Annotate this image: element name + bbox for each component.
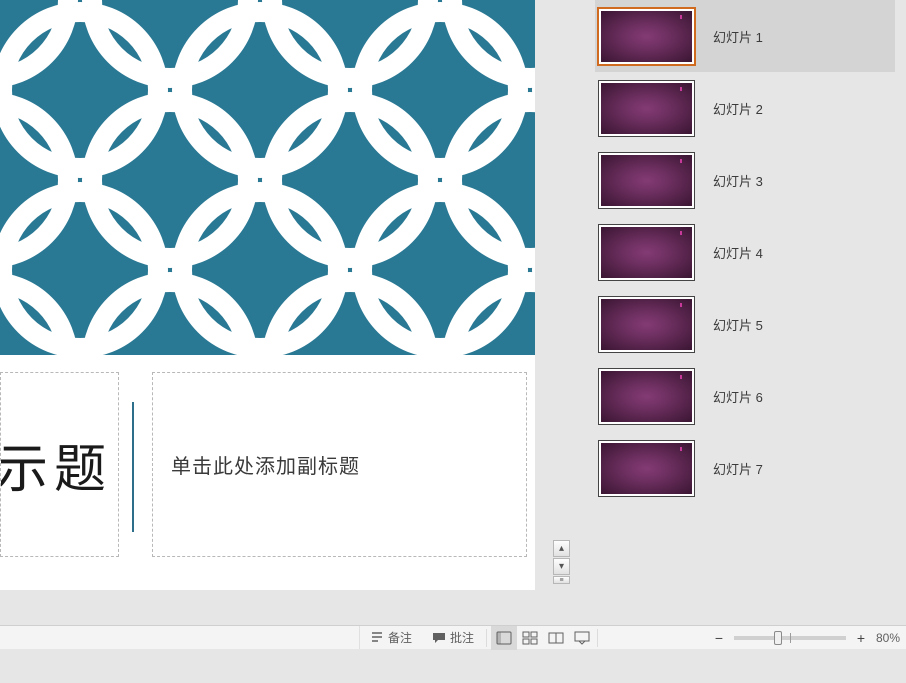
notes-button[interactable]: 备注: [360, 626, 422, 649]
statusbar-divider: [486, 629, 487, 647]
view-toggle-group: [491, 626, 595, 650]
normal-view-icon: [496, 631, 512, 645]
thumbnail-item[interactable]: 幻灯片 7: [595, 432, 895, 504]
thumbnail-frame: [598, 296, 695, 353]
statusbar-left-spacer: [0, 626, 360, 649]
thumbnail-label: 幻灯片 6: [713, 387, 763, 406]
comments-label: 批注: [450, 629, 474, 646]
thumbnail-frame: [598, 152, 695, 209]
reuse-slides-panel: 幻灯片 1幻灯片 2幻灯片 3幻灯片 4幻灯片 5幻灯片 6幻灯片 7 保留源格…: [583, 0, 906, 625]
statusbar-divider-2: [597, 629, 598, 647]
zoom-slider-thumb[interactable]: [774, 631, 782, 645]
thumbnail-frame: [598, 440, 695, 497]
thumbnail-frame: [598, 224, 695, 281]
thumbnail-label: 幻灯片 2: [713, 99, 763, 118]
thumbnail-preview: [601, 227, 692, 278]
scroll-next-button[interactable]: ▾: [553, 558, 570, 575]
status-bar: 备注 批注 − + 80%: [0, 625, 906, 649]
editor-canvas: 示题 单击此处添加副标题 ▴ ▾ ≡: [0, 0, 583, 625]
thumbnail-preview: [601, 371, 692, 422]
scroll-split-button[interactable]: ≡: [553, 576, 570, 584]
notes-icon: [370, 631, 384, 645]
title-region: 示题 单击此处添加副标题: [0, 372, 535, 560]
thumbnail-item[interactable]: 幻灯片 2: [595, 72, 895, 144]
zoom-slider-center-tick: [790, 633, 791, 643]
thumbnail-preview: [601, 11, 692, 62]
thumbnail-label: 幻灯片 7: [713, 459, 763, 478]
zoom-slider[interactable]: [734, 636, 846, 640]
thumbnail-preview: [601, 83, 692, 134]
thumbnail-label: 幻灯片 5: [713, 315, 763, 334]
subtitle-text: 单击此处添加副标题: [171, 450, 360, 479]
thumbnail-item[interactable]: 幻灯片 5: [595, 288, 895, 360]
reading-icon: [548, 631, 564, 645]
thumbnail-label: 幻灯片 4: [713, 243, 763, 262]
thumbnail-frame: [598, 368, 695, 425]
zoom-in-button[interactable]: +: [852, 629, 870, 647]
subtitle-placeholder[interactable]: 单击此处添加副标题: [152, 372, 527, 557]
title-text: 示题: [0, 427, 112, 502]
thumbnail-item[interactable]: 幻灯片 3: [595, 144, 895, 216]
slide-pattern-bg: [0, 0, 535, 355]
slide-main[interactable]: 示题 单击此处添加副标题: [0, 0, 535, 590]
grid-icon: [522, 631, 538, 645]
slide-sorter-view-button[interactable]: [517, 626, 543, 650]
thumbnail-label: 幻灯片 3: [713, 171, 763, 190]
zoom-percent-label: 80%: [876, 631, 900, 645]
thumbnail-item[interactable]: 幻灯片 4: [595, 216, 895, 288]
thumbnail-list: 幻灯片 1 幻灯片 2 幻灯片 3 幻灯片 4 幻灯片 5 幻灯片 6 幻灯片 7: [595, 0, 895, 504]
thumbnail-preview: [601, 299, 692, 350]
thumbnail-preview: [601, 443, 692, 494]
thumbnail-frame: [598, 8, 695, 65]
comments-icon: [432, 631, 446, 645]
thumbnail-preview: [601, 155, 692, 206]
notes-label: 备注: [388, 629, 412, 646]
title-placeholder[interactable]: 示题: [0, 372, 119, 557]
thumbnail-item[interactable]: 幻灯片 6: [595, 360, 895, 432]
thumbnail-frame: [598, 80, 695, 137]
scroll-prev-button[interactable]: ▴: [553, 540, 570, 557]
normal-view-button[interactable]: [491, 626, 517, 650]
zoom-out-button[interactable]: −: [710, 629, 728, 647]
slideshow-view-button[interactable]: [569, 626, 595, 650]
slideshow-icon: [574, 631, 590, 645]
thumbnail-item[interactable]: 幻灯片 1: [595, 0, 895, 72]
title-divider: [132, 402, 134, 532]
thumbnail-label: 幻灯片 1: [713, 27, 763, 46]
reading-view-button[interactable]: [543, 626, 569, 650]
comments-button[interactable]: 批注: [422, 626, 484, 649]
zoom-control: − + 80%: [710, 629, 906, 647]
